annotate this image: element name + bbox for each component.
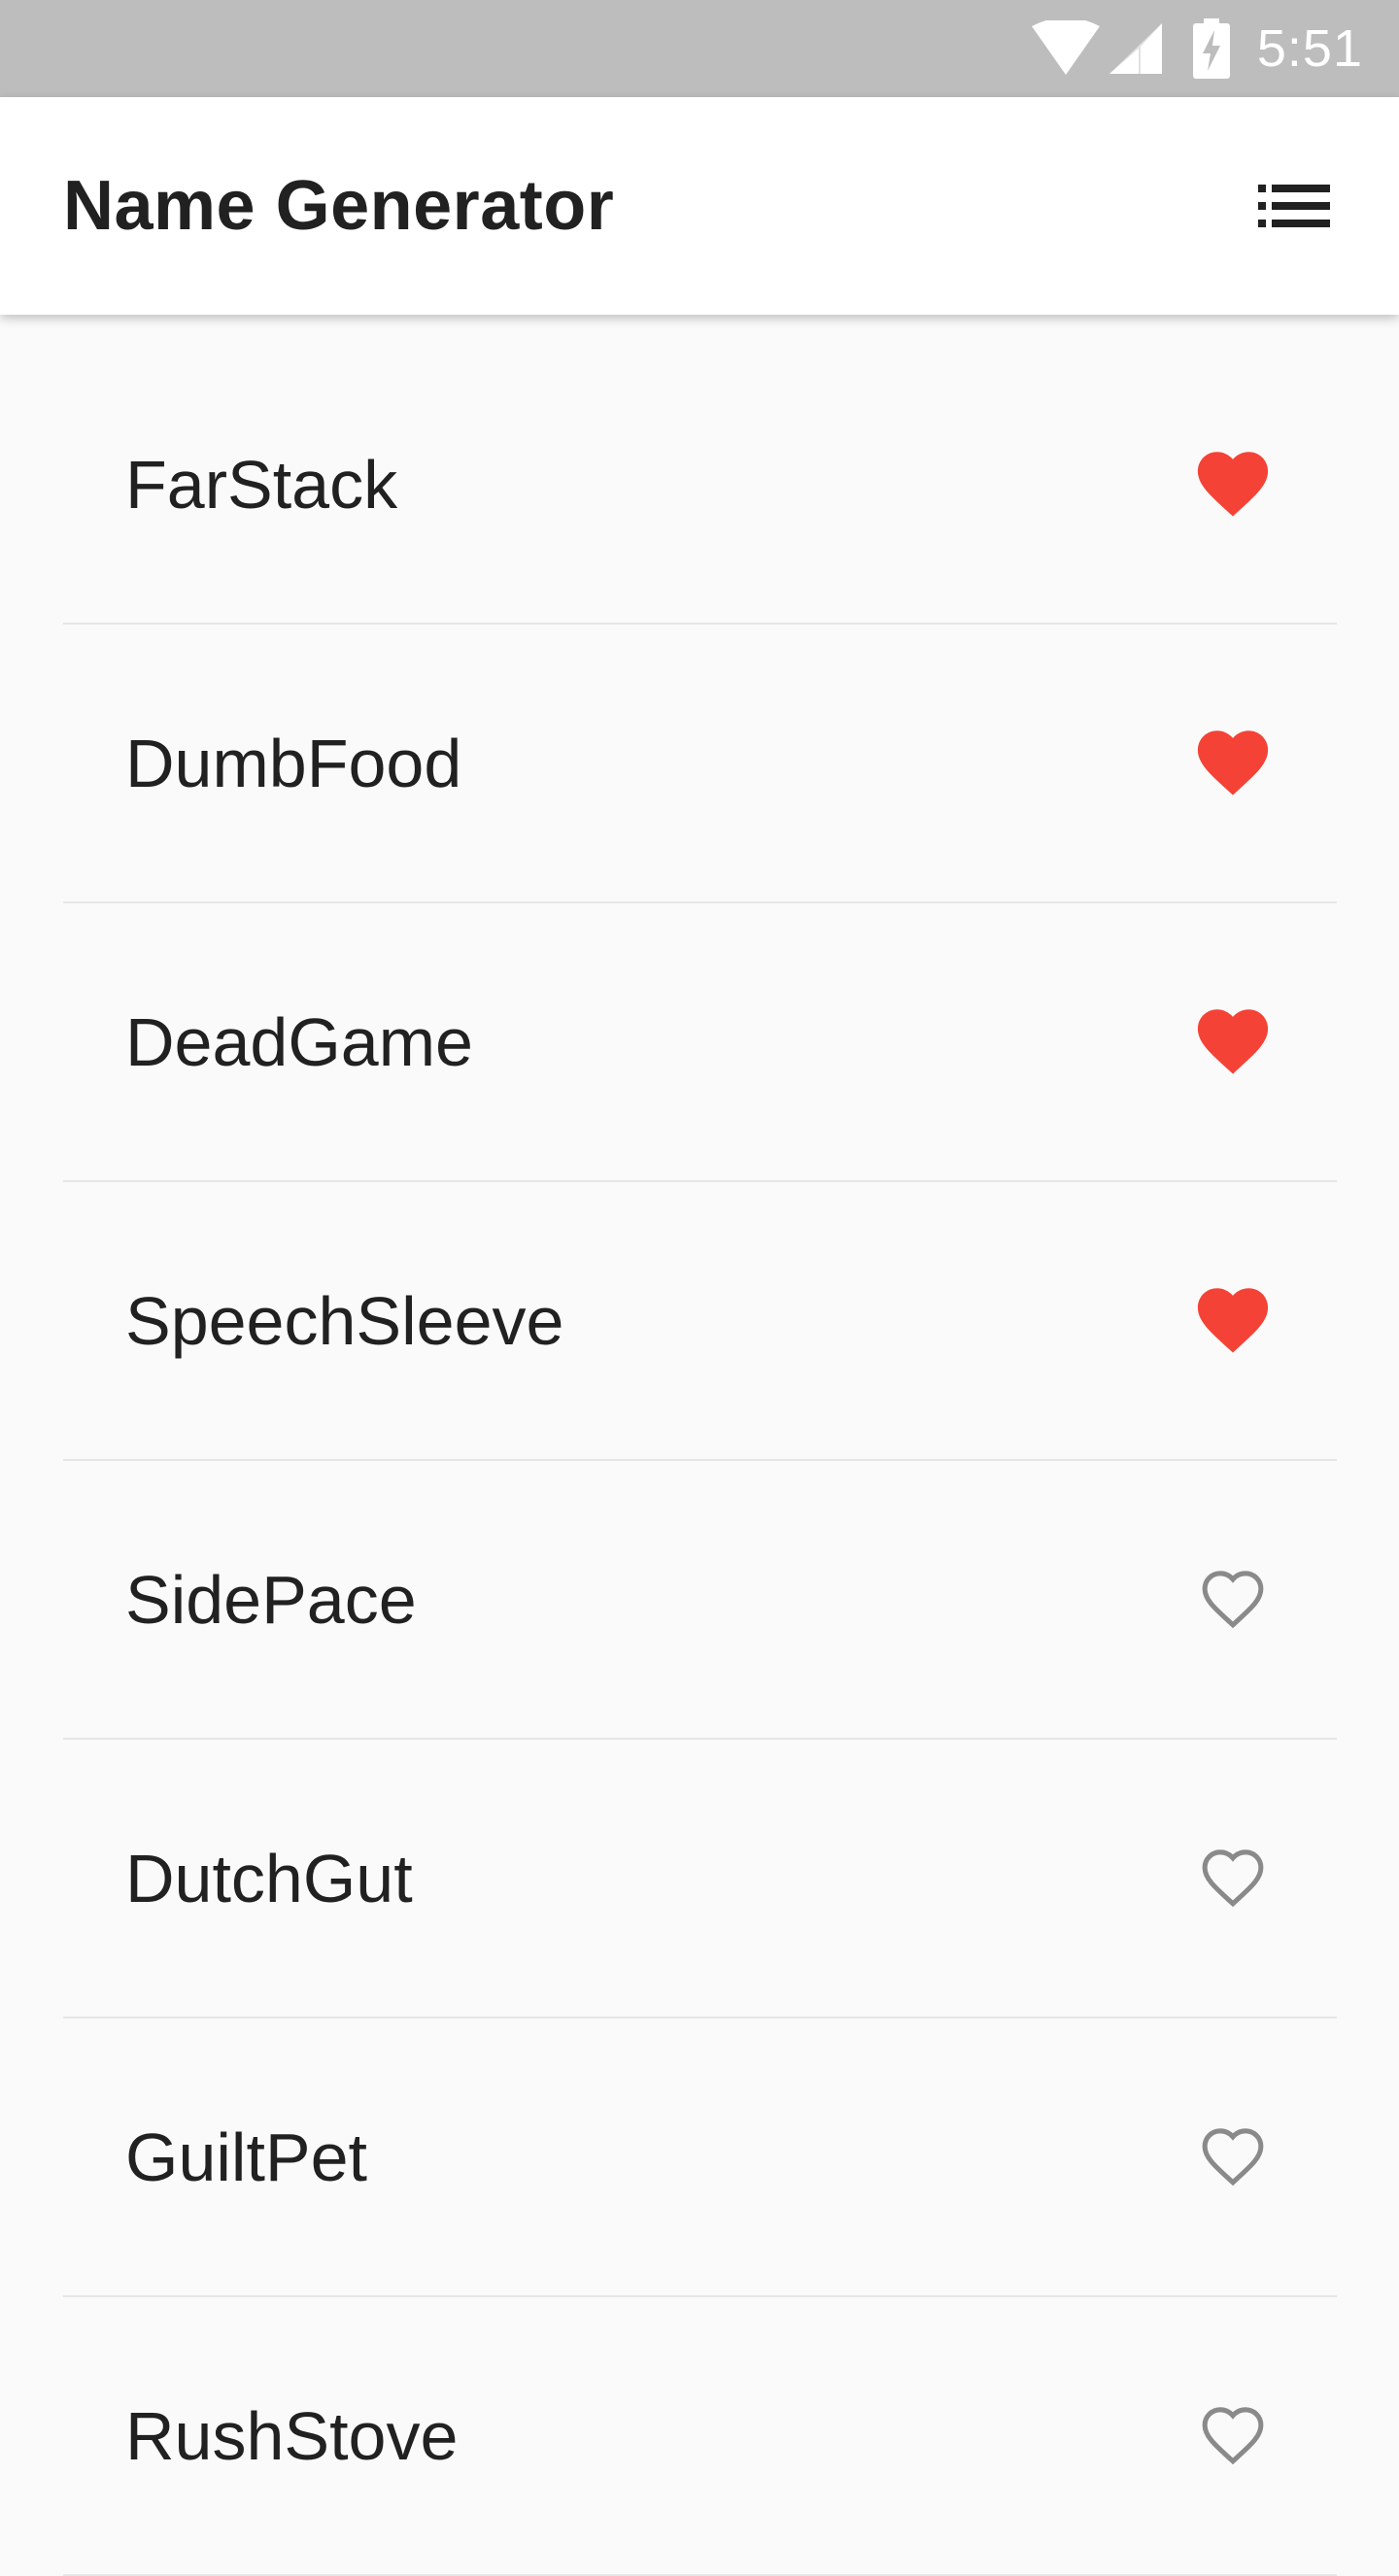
heart-filled-icon bbox=[1197, 1287, 1269, 1352]
saved-list-button[interactable] bbox=[1247, 159, 1341, 253]
app-title: Name Generator bbox=[63, 167, 615, 245]
heart-filled-icon bbox=[1197, 451, 1269, 516]
cellular-signal-icon bbox=[1109, 23, 1162, 74]
list-item[interactable]: FarStack bbox=[63, 346, 1337, 625]
list-item[interactable]: GuiltPet bbox=[63, 2018, 1337, 2297]
favorite-border-icon[interactable] bbox=[1194, 2397, 1272, 2475]
list-item[interactable]: RushStove bbox=[63, 2297, 1337, 2576]
heart-outline-icon bbox=[1202, 2406, 1264, 2464]
heart-outline-icon bbox=[1202, 2127, 1264, 2186]
list-item[interactable]: SidePace bbox=[63, 1461, 1337, 1740]
name-text: DutchGut bbox=[125, 1840, 413, 1916]
name-text: SpeechSleeve bbox=[125, 1282, 564, 1359]
favorite-border-icon[interactable] bbox=[1194, 2118, 1272, 2196]
list-icon bbox=[1258, 185, 1330, 227]
favorite-icon[interactable] bbox=[1194, 1282, 1272, 1360]
status-time: 5:51 bbox=[1256, 19, 1363, 78]
list-item[interactable]: DeadGame bbox=[63, 903, 1337, 1182]
list-item[interactable]: SpeechSleeve bbox=[63, 1182, 1337, 1461]
heart-filled-icon bbox=[1197, 729, 1269, 795]
heart-outline-icon bbox=[1202, 1848, 1264, 1907]
favorite-border-icon[interactable] bbox=[1194, 1840, 1272, 1917]
name-text: RushStove bbox=[125, 2397, 459, 2474]
favorite-icon[interactable] bbox=[1194, 1003, 1272, 1081]
app-bar: Name Generator bbox=[0, 97, 1399, 315]
favorite-border-icon[interactable] bbox=[1194, 1561, 1272, 1639]
name-text: GuiltPet bbox=[125, 2118, 367, 2195]
status-bar: 5:51 bbox=[0, 0, 1399, 97]
name-text: SidePace bbox=[125, 1561, 417, 1638]
status-icons: 5:51 bbox=[1030, 0, 1363, 97]
heart-filled-icon bbox=[1197, 1008, 1269, 1073]
name-list: FarStack DumbFood DeadGame SpeechSleeve Side… bbox=[63, 346, 1337, 2576]
list-item[interactable]: DutchGut bbox=[63, 1740, 1337, 2018]
favorite-icon[interactable] bbox=[1194, 725, 1272, 802]
wifi-icon bbox=[1031, 20, 1100, 75]
favorite-icon[interactable] bbox=[1194, 446, 1272, 524]
heart-outline-icon bbox=[1202, 1570, 1264, 1628]
list-item[interactable]: DumbFood bbox=[63, 625, 1337, 903]
name-text: DumbFood bbox=[125, 725, 462, 801]
battery-charging-icon bbox=[1192, 18, 1230, 79]
name-text: FarStack bbox=[125, 446, 398, 523]
name-text: DeadGame bbox=[125, 1003, 473, 1080]
